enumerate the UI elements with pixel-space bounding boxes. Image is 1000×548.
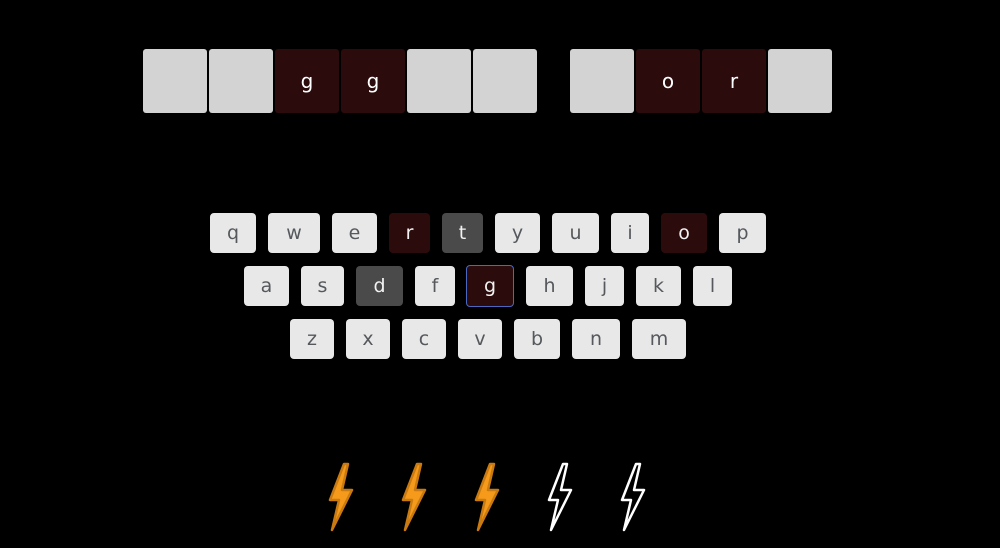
- key-i[interactable]: i: [611, 213, 649, 253]
- key-q[interactable]: q: [210, 213, 256, 253]
- key-l[interactable]: l: [693, 266, 732, 306]
- lightning-bolt-icon: [474, 462, 500, 532]
- key-d[interactable]: d: [356, 266, 403, 306]
- key-m[interactable]: m: [632, 319, 686, 359]
- key-k[interactable]: k: [636, 266, 681, 306]
- letter-tile: [143, 49, 207, 113]
- letter-tile: [209, 49, 273, 113]
- key-r[interactable]: r: [389, 213, 430, 253]
- key-w[interactable]: w: [268, 213, 320, 253]
- key-c[interactable]: c: [402, 319, 446, 359]
- key-s[interactable]: s: [301, 266, 344, 306]
- key-v[interactable]: v: [458, 319, 502, 359]
- lightning-bolt-icon: [547, 462, 573, 532]
- key-z[interactable]: z: [290, 319, 334, 359]
- letter-tile: g: [341, 49, 405, 113]
- lightning-bolt-icon: [620, 462, 646, 532]
- key-g[interactable]: g: [466, 265, 514, 307]
- key-p[interactable]: p: [719, 213, 766, 253]
- key-b[interactable]: b: [514, 319, 560, 359]
- letter-tile: [570, 49, 634, 113]
- key-o[interactable]: o: [661, 213, 707, 253]
- key-y[interactable]: y: [495, 213, 540, 253]
- letter-tile: r: [702, 49, 766, 113]
- letter-tile: [768, 49, 832, 113]
- letter-tile: [473, 49, 537, 113]
- key-e[interactable]: e: [332, 213, 377, 253]
- key-t[interactable]: t: [442, 213, 483, 253]
- lightning-bolt-icon: [401, 462, 427, 532]
- lightning-bolt-icon: [328, 462, 354, 532]
- key-n[interactable]: n: [572, 319, 620, 359]
- letter-tile: [407, 49, 471, 113]
- key-u[interactable]: u: [552, 213, 599, 253]
- key-j[interactable]: j: [585, 266, 624, 306]
- letter-tile: o: [636, 49, 700, 113]
- key-f[interactable]: f: [415, 266, 455, 306]
- key-x[interactable]: x: [346, 319, 390, 359]
- key-h[interactable]: h: [526, 266, 573, 306]
- key-a[interactable]: a: [244, 266, 289, 306]
- letter-tile: g: [275, 49, 339, 113]
